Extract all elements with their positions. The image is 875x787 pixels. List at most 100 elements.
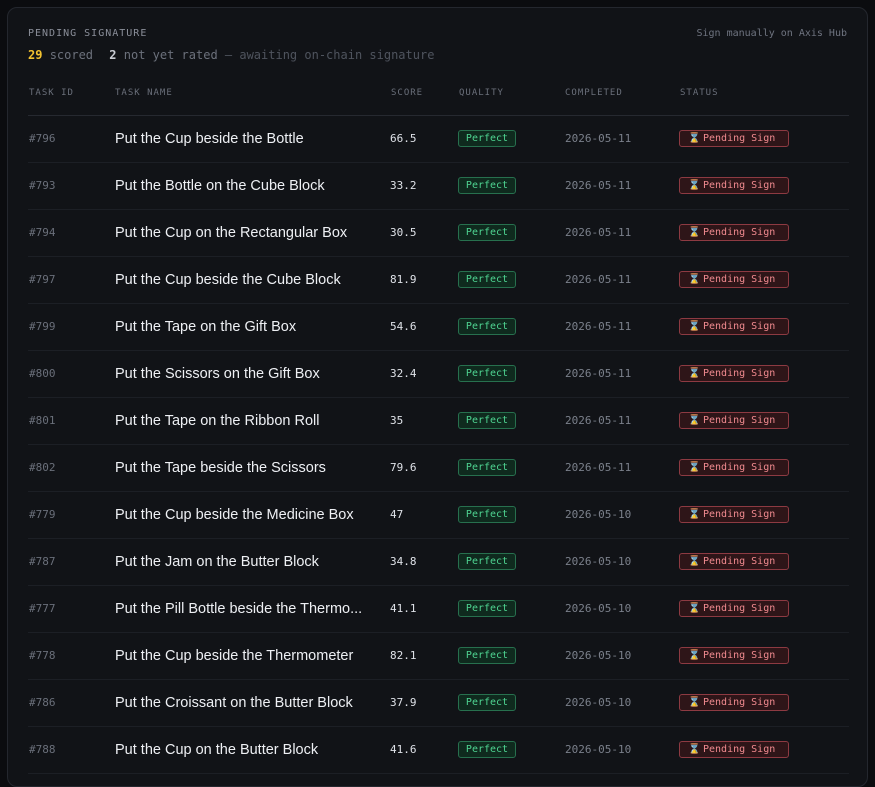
task-id: #797 [29, 273, 56, 286]
table-row[interactable]: #779 Put the Cup beside the Medicine Box 4… [28, 492, 849, 539]
status-badge[interactable]: ⌛ Pending Sign [679, 647, 789, 664]
completed-date: 2026-05-10 [565, 696, 632, 709]
status-label: Pending Sign [703, 556, 776, 567]
table-row[interactable]: #797 Put the Cup beside the Cube Block 81.… [28, 257, 849, 304]
task-score: 41.6 [390, 743, 417, 756]
status-badge[interactable]: ⌛ Pending Sign [679, 412, 789, 429]
status-badge[interactable]: ⌛ Pending Sign [679, 600, 789, 617]
task-name[interactable]: Put the Cup beside the Cube Block [115, 257, 370, 303]
task-name[interactable]: Put the Tape beside the Scissors [115, 445, 370, 491]
table-row[interactable]: #796 Put the Cup beside the Bottle 66.5 Per… [28, 116, 849, 163]
summary-line: 29 scored 2 not yet rated — awaiting on-… [28, 48, 434, 62]
hourglass-icon: ⌛ [688, 321, 701, 332]
completed-date: 2026-05-11 [565, 226, 632, 239]
task-score: 82.1 [390, 649, 417, 662]
task-score: 37.9 [390, 696, 417, 709]
status-label: Pending Sign [703, 509, 776, 520]
completed-date: 2026-05-10 [565, 508, 632, 521]
quality-badge: Perfect [458, 459, 516, 476]
completed-date: 2026-05-11 [565, 320, 632, 333]
completed-date: 2026-05-10 [565, 602, 632, 615]
task-name[interactable]: Put the Jam on the Butter Block [115, 539, 370, 585]
task-id: #786 [29, 696, 56, 709]
task-id: #779 [29, 508, 56, 521]
task-id: #788 [29, 743, 56, 756]
status-label: Pending Sign [703, 697, 776, 708]
task-id: #777 [29, 602, 56, 615]
quality-badge: Perfect [458, 741, 516, 758]
status-badge[interactable]: ⌛ Pending Sign [679, 741, 789, 758]
table-row[interactable]: #786 Put the Croissant on the Butter Bloc… [28, 680, 849, 727]
completed-date: 2026-05-11 [565, 273, 632, 286]
table-row[interactable]: #794 Put the Cup on the Rectangular Box 30… [28, 210, 849, 257]
status-label: Pending Sign [703, 462, 776, 473]
task-id: #793 [29, 179, 56, 192]
scored-count: 29 [28, 48, 43, 62]
column-header-quality: QUALITY [459, 88, 504, 98]
completed-date: 2026-05-11 [565, 414, 632, 427]
task-name[interactable]: Put the Scissors on the Gift Box [115, 351, 370, 397]
task-name[interactable]: Put the Cup beside the Thermometer [115, 633, 370, 679]
task-score: 35 [390, 414, 404, 427]
sign-manually-link[interactable]: Sign manually on Axis Hub [696, 28, 847, 39]
task-name[interactable]: Put the Cup beside the Medicine Box [115, 492, 370, 538]
status-badge[interactable]: ⌛ Pending Sign [679, 365, 789, 382]
hourglass-icon: ⌛ [688, 603, 701, 614]
quality-badge: Perfect [458, 177, 516, 194]
task-name[interactable]: Put the Cup beside the Bottle [115, 116, 370, 162]
task-name[interactable]: Put the Croissant on the Butter Block [115, 680, 370, 726]
task-name[interactable]: Put the Tape on the Ribbon Roll [115, 398, 370, 444]
table-row[interactable]: #800 Put the Scissors on the Gift Box 32.4… [28, 351, 849, 398]
table-row[interactable]: #787 Put the Jam on the Butter Block 34.8 P… [28, 539, 849, 586]
hourglass-icon: ⌛ [688, 368, 701, 379]
quality-badge: Perfect [458, 130, 516, 147]
table-body: #796 Put the Cup beside the Bottle 66.5 Per… [28, 116, 849, 774]
task-name[interactable]: Put the Cup on the Butter Block [115, 727, 370, 773]
quality-badge: Perfect [458, 600, 516, 617]
table-row[interactable]: #799 Put the Tape on the Gift Box 54.6 Perf… [28, 304, 849, 351]
quality-badge: Perfect [458, 412, 516, 429]
status-label: Pending Sign [703, 180, 776, 191]
status-badge[interactable]: ⌛ Pending Sign [679, 459, 789, 476]
status-label: Pending Sign [703, 133, 776, 144]
task-name[interactable]: Put the Cup on the Rectangular Box [115, 210, 370, 256]
task-id: #801 [29, 414, 56, 427]
task-name[interactable]: Put the Tape on the Gift Box [115, 304, 370, 350]
status-label: Pending Sign [703, 274, 776, 285]
status-badge[interactable]: ⌛ Pending Sign [679, 553, 789, 570]
task-score: 81.9 [390, 273, 417, 286]
completed-date: 2026-05-10 [565, 743, 632, 756]
task-name[interactable]: Put the Pill Bottle beside the Thermo... [115, 586, 370, 632]
table-row[interactable]: #793 Put the Bottle on the Cube Block 33.2… [28, 163, 849, 210]
table-row[interactable]: #802 Put the Tape beside the Scissors 79.6… [28, 445, 849, 492]
quality-badge: Perfect [458, 318, 516, 335]
task-id: #799 [29, 320, 56, 333]
task-score: 32.4 [390, 367, 417, 380]
status-badge[interactable]: ⌛ Pending Sign [679, 694, 789, 711]
hourglass-icon: ⌛ [688, 415, 701, 426]
task-id: #778 [29, 649, 56, 662]
status-badge[interactable]: ⌛ Pending Sign [679, 224, 789, 241]
unrated-label: not yet rated [123, 48, 218, 62]
unrated-count: 2 [109, 48, 117, 62]
task-score: 34.8 [390, 555, 417, 568]
panel-title: PENDING SIGNATURE [28, 28, 148, 39]
status-label: Pending Sign [703, 603, 776, 614]
task-score: 66.5 [390, 132, 417, 145]
quality-badge: Perfect [458, 506, 516, 523]
status-badge[interactable]: ⌛ Pending Sign [679, 130, 789, 147]
hourglass-icon: ⌛ [688, 650, 701, 661]
table-row[interactable]: #777 Put the Pill Bottle beside the Therm… [28, 586, 849, 633]
task-name[interactable]: Put the Bottle on the Cube Block [115, 163, 370, 209]
completed-date: 2026-05-11 [565, 367, 632, 380]
table-row[interactable]: #788 Put the Cup on the Butter Block 41.6 P… [28, 727, 849, 774]
completed-date: 2026-05-11 [565, 461, 632, 474]
status-badge[interactable]: ⌛ Pending Sign [679, 506, 789, 523]
task-score: 33.2 [390, 179, 417, 192]
quality-badge: Perfect [458, 365, 516, 382]
status-badge[interactable]: ⌛ Pending Sign [679, 318, 789, 335]
table-row[interactable]: #778 Put the Cup beside the Thermometer 82… [28, 633, 849, 680]
status-badge[interactable]: ⌛ Pending Sign [679, 271, 789, 288]
table-row[interactable]: #801 Put the Tape on the Ribbon Roll 35 Per… [28, 398, 849, 445]
status-badge[interactable]: ⌛ Pending Sign [679, 177, 789, 194]
